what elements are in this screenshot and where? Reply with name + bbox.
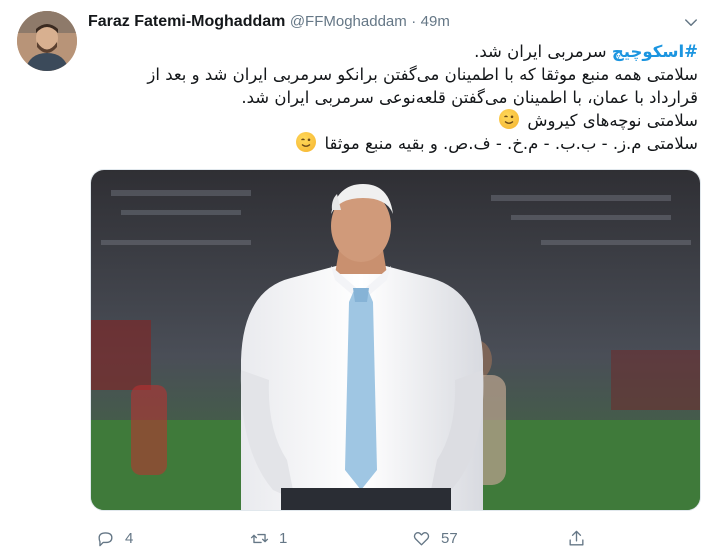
hashtag-link[interactable]: #اسکوچیچ: [612, 42, 698, 61]
retweet-count: 1: [279, 529, 288, 547]
author-handle[interactable]: @FFMoghaddam: [290, 13, 407, 30]
coach-photo: [91, 170, 700, 510]
like-button[interactable]: 57: [412, 525, 458, 551]
tweet-line-5: سلامتی م.ز. - ب.ب. - م.خ. - ف.ص. و بقیه …: [86, 132, 698, 155]
reply-button[interactable]: 4: [96, 525, 133, 551]
tweet-time[interactable]: 49m: [421, 13, 450, 30]
avatar[interactable]: [17, 11, 77, 71]
retweet-icon: [250, 533, 269, 543]
retweet-button[interactable]: 1: [250, 525, 287, 551]
tweet-text: #اسکوچیچ سرمربی ایران شد. سلامتی همه منب…: [86, 40, 698, 155]
author-name[interactable]: Faraz Fatemi-Moghaddam: [88, 13, 285, 30]
reply-icon: [98, 531, 113, 546]
tweet-line-5-text: سلامتی م.ز. - ب.ب. - م.خ. - ف.ص. و بقیه …: [324, 134, 698, 153]
winking-face-emoji-icon: [296, 132, 317, 152]
tweet-line-4: سلامتی نوچه‌های کیروش: [86, 109, 698, 132]
tweet-photo[interactable]: [90, 169, 701, 511]
like-count: 57: [441, 529, 458, 547]
tweet-line-1-text: سرمربی ایران شد.: [474, 42, 612, 61]
tweet-actions: 4 1 57: [90, 525, 699, 551]
winking-face-emoji-icon: [499, 109, 520, 129]
avatar-photo: [17, 11, 77, 71]
separator-dot: ·: [411, 13, 417, 30]
reply-count: 4: [125, 529, 134, 547]
chevron-down-icon[interactable]: [682, 14, 700, 32]
share-icon: [569, 530, 584, 546]
tweet-header: Faraz Fatemi-Moghaddam @FFMoghaddam · 49…: [88, 13, 450, 31]
tweet-line-2: سلامتی همه منبع موثقا که با اطمینان می‌گ…: [147, 65, 698, 84]
share-button[interactable]: [567, 525, 596, 551]
tweet-line-1: #اسکوچیچ سرمربی ایران شد.: [86, 40, 698, 63]
tweet-line-3: قرارداد با عمان، با اطمینان می‌گفتن قلعه…: [241, 88, 698, 107]
tweet-card[interactable]: Faraz Fatemi-Moghaddam @FFMoghaddam · 49…: [0, 0, 717, 560]
tweet-line-4-text: سلامتی نوچه‌های کیروش: [527, 111, 698, 130]
heart-icon: [413, 531, 430, 546]
